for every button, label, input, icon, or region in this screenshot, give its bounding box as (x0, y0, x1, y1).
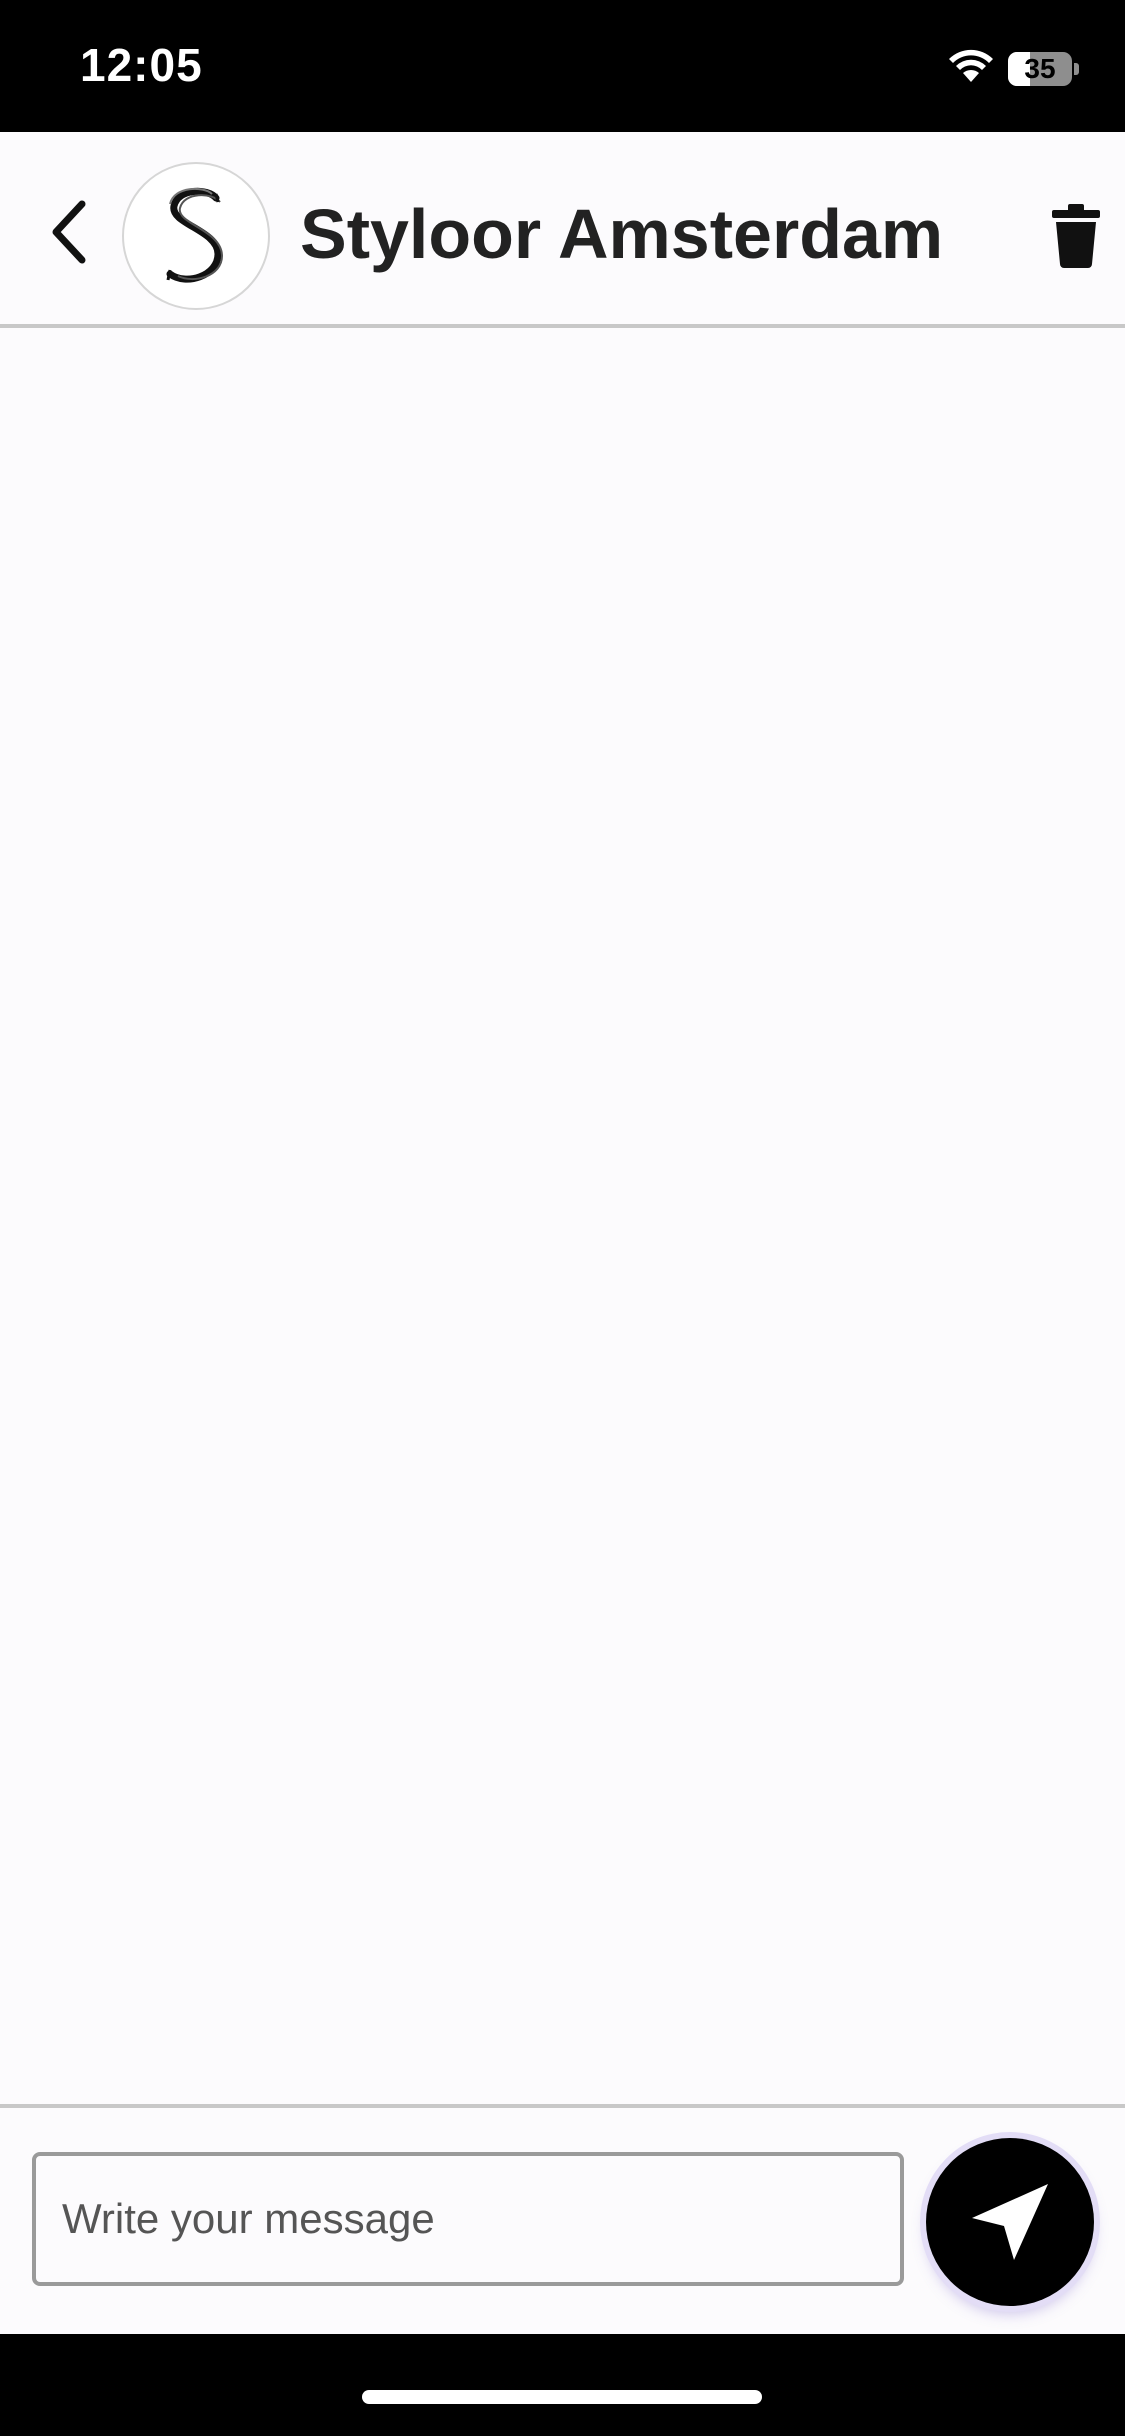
chat-header: Styloor Amsterdam (0, 132, 1125, 328)
message-list[interactable] (0, 328, 1125, 2104)
message-input[interactable] (32, 2152, 904, 2286)
wifi-icon (948, 48, 994, 84)
back-button[interactable] (40, 192, 104, 272)
battery-body: 35 (1008, 52, 1072, 86)
message-composer (0, 2104, 1125, 2338)
status-time: 12:05 (80, 39, 203, 91)
chat-title: Styloor Amsterdam (300, 195, 944, 273)
delete-button[interactable] (1052, 204, 1100, 268)
status-bar: 12:05 35 (0, 0, 1125, 132)
chat-screen: 12:05 35 Styloor Amsterdam Write your me… (0, 0, 1125, 2436)
styloor-s-logo (166, 187, 224, 283)
battery-icon: 35 (1008, 52, 1079, 86)
battery-level: 35 (1024, 53, 1056, 84)
send-icon (972, 2184, 1048, 2260)
avatar[interactable] (122, 162, 270, 310)
battery-nub (1074, 63, 1079, 75)
send-button[interactable] (926, 2138, 1094, 2306)
home-indicator[interactable] (362, 2390, 762, 2404)
trash-icon (1052, 204, 1100, 268)
chevron-left-icon (52, 200, 86, 264)
home-bar-area (0, 2334, 1125, 2436)
